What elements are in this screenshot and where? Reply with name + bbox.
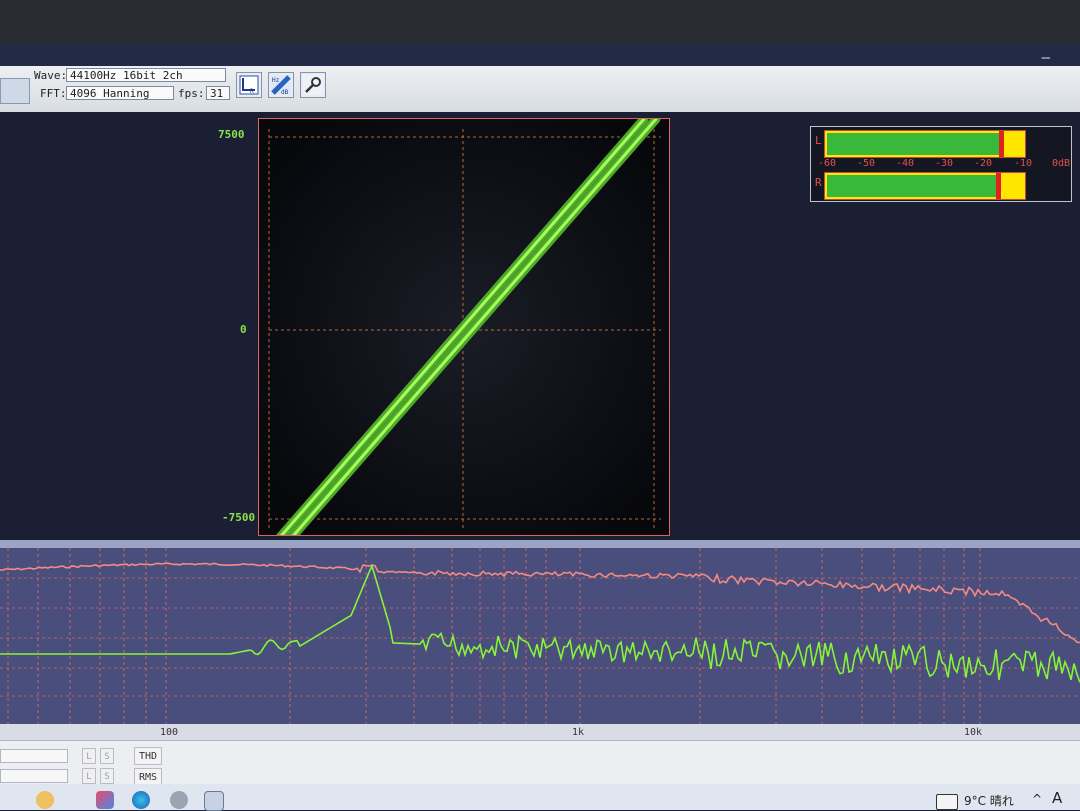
meter-scale-10: -10 [1014,158,1033,169]
weather-text[interactable]: 9°C 晴れ [964,792,1014,809]
wrench-settings-icon[interactable] [300,72,326,98]
start-icon[interactable] [36,791,54,809]
svg-text:dB: dB [281,89,289,96]
spectrum-left-trace [0,563,1080,683]
chevron-up-icon[interactable]: ^ [1032,792,1042,806]
analyzer-app-icon[interactable] [204,791,224,811]
meter-left-label: L [815,134,822,147]
thd-value-field [0,749,68,763]
taskbar [0,784,1080,810]
meter-scale-0db: 0dB [1052,158,1071,169]
rms-value-field [0,769,68,783]
meter-scale-50: -50 [857,158,876,169]
rms-left-button[interactable]: L [82,768,96,784]
spectrum-analyzer [0,548,1080,740]
channel-layout-icon[interactable]: R [236,72,262,98]
thd-left-button[interactable]: L [82,748,96,764]
copilot-icon[interactable] [96,791,114,809]
thd-label[interactable]: THD [134,747,163,765]
svg-text:Hz: Hz [272,77,280,84]
toolbar: Wave: 44100Hz 16bit 2ch FFT: 4096 Hannin… [0,66,1080,114]
meter-scale-30: -30 [935,158,954,169]
pane-splitter[interactable] [0,540,1080,548]
meter-right-bar [824,172,1026,200]
svg-text:R: R [250,88,254,95]
wave-format-field[interactable]: 44100Hz 16bit 2ch [66,68,226,82]
hz-db-scale-icon[interactable]: Hz dB [268,72,294,98]
meter-scale-20: -20 [974,158,993,169]
fft-label: FFT: [40,87,67,100]
title-bar [0,44,1080,66]
meter-right-fill [827,175,996,197]
fps-field[interactable]: 31 [206,86,230,100]
ime-indicator[interactable]: A [1052,789,1062,807]
monitor-bezel [0,0,1080,44]
spectrum-right-trace [0,562,1080,644]
thd-stereo-button[interactable]: S [100,748,114,764]
minimize-button[interactable]: — [1042,50,1050,66]
measurement-panel: L S THD L S RMS [0,740,1080,786]
x-label-1k: 1k [572,727,585,738]
fps-label: fps: [178,87,205,100]
fft-setting-field[interactable]: 4096 Hanning [66,86,174,100]
edge-icon[interactable] [132,791,150,809]
scope-y-min-label: -7500 [222,511,256,524]
meter-left-bar [824,130,1026,158]
lissajous-scope [258,118,670,536]
widget-icon[interactable] [936,794,958,810]
x-label-100: 100 [160,727,179,738]
settings-icon[interactable] [170,791,188,809]
meter-right-label: R [815,176,822,189]
wave-label: Wave: [34,69,68,82]
meter-right-peak [995,173,1001,199]
toolbar-left-panel [0,78,30,104]
meter-left-peak [999,131,1005,157]
meter-scale-60: -60 [818,158,837,169]
meter-left-fill [827,133,1000,155]
meter-scale-40: -40 [896,158,915,169]
x-label-10k: 10k [964,727,983,738]
scope-y-max-label: 7500 [218,128,245,141]
scope-y-zero-label: 0 [240,323,247,336]
rms-stereo-button[interactable]: S [100,768,114,784]
